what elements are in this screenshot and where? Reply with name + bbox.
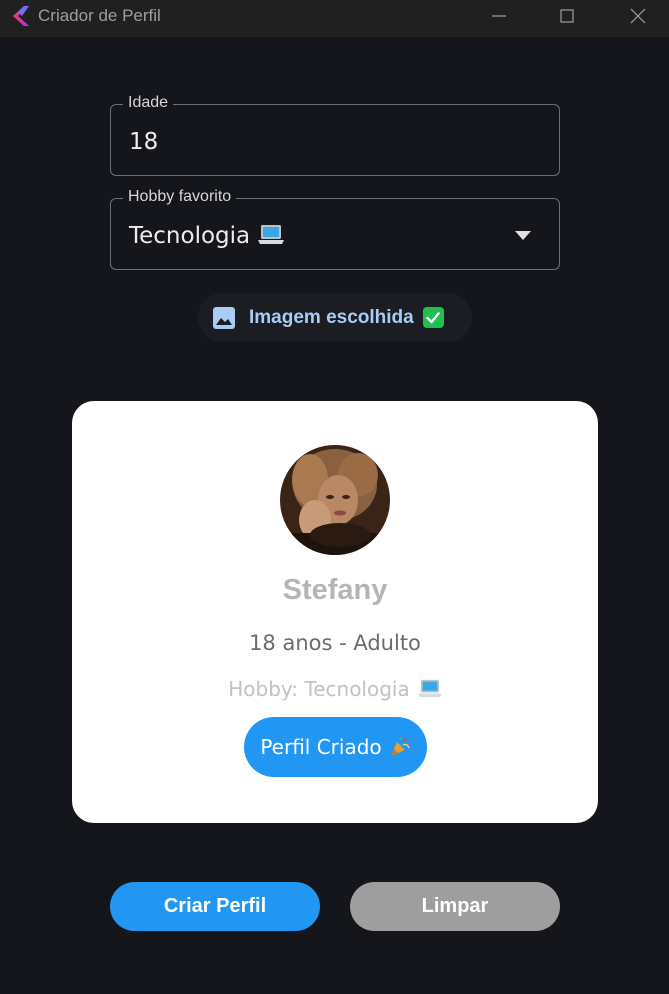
hobby-selected-value: Tecnologia: [129, 223, 285, 249]
avatar: [280, 445, 390, 555]
profile-age-line: 18 anos - Adulto: [249, 631, 421, 655]
maximize-button[interactable]: [544, 0, 590, 32]
flutter-app-icon: [13, 6, 29, 26]
age-input-value[interactable]: 18: [129, 129, 158, 155]
hobby-dropdown[interactable]: Hobby favorito Tecnologia: [110, 188, 560, 270]
profile-hobby-line: Hobby: Tecnologia: [72, 677, 598, 701]
profile-card: Stefany 18 anos - Adulto Hobby: Tecnolog…: [72, 401, 598, 823]
age-field-label: Idade: [123, 94, 174, 112]
profile-created-badge: Perfil Criado: [244, 717, 427, 777]
age-field[interactable]: Idade 18: [110, 94, 560, 176]
party-popper-icon: [390, 737, 410, 756]
profile-hobby-text: Hobby: Tecnologia: [228, 677, 410, 701]
laptop-icon: [417, 679, 442, 698]
title-bar: Criador de Perfil: [0, 0, 669, 37]
close-button[interactable]: [615, 0, 661, 32]
maximize-icon: [560, 9, 574, 23]
create-profile-button[interactable]: Criar Perfil: [110, 882, 320, 931]
hobby-dropdown-label: Hobby favorito: [123, 188, 237, 206]
image-chosen-chip[interactable]: Imagem escolhida: [198, 293, 472, 342]
profile-name: Stefany: [282, 574, 388, 606]
image-chosen-label: Imagem escolhida: [249, 306, 414, 328]
laptop-icon: [258, 225, 285, 244]
clear-button[interactable]: Limpar: [350, 882, 560, 931]
chevron-down-icon[interactable]: [515, 231, 531, 240]
image-icon: [213, 306, 235, 329]
close-icon: [630, 8, 646, 24]
profile-created-label: Perfil Criado: [260, 735, 382, 759]
check-mark-icon: [422, 307, 444, 328]
window-title: Criador de Perfil: [38, 6, 161, 25]
hobby-selected-text: Tecnologia: [129, 223, 251, 249]
minimize-button[interactable]: [476, 0, 522, 32]
minimize-icon: [492, 15, 506, 17]
